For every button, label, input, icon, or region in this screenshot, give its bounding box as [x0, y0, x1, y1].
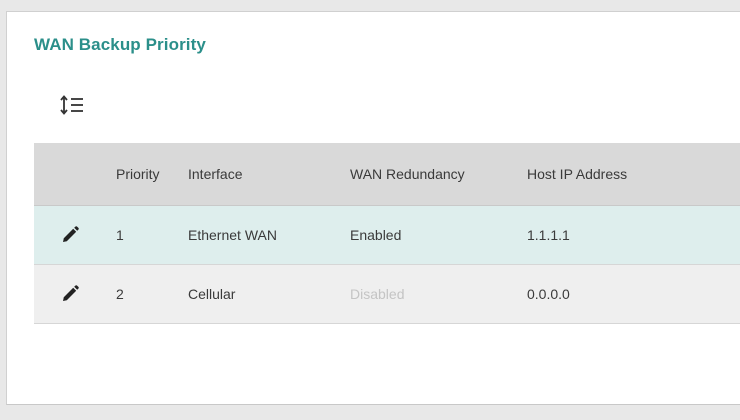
wan-backup-priority-panel: WAN Backup Priority Priority Interface W… — [6, 11, 740, 405]
edit-button[interactable] — [60, 284, 80, 304]
pencil-icon — [63, 226, 79, 242]
cell-host-ip-address: 0.0.0.0 — [527, 286, 570, 302]
cell-interface: Cellular — [188, 286, 236, 302]
cell-wan-redundancy: Disabled — [350, 286, 405, 302]
pencil-icon — [63, 285, 79, 301]
sort-button[interactable] — [59, 93, 91, 121]
cell-priority: 1 — [116, 227, 124, 243]
edit-button[interactable] — [60, 225, 80, 245]
table-row[interactable]: 1 Ethernet WAN Enabled 1.1.1.1 — [34, 206, 740, 265]
table-row[interactable]: 2 Cellular Disabled 0.0.0.0 — [34, 265, 740, 324]
column-header-wan-redundancy[interactable]: WAN Redundancy — [350, 143, 465, 205]
column-header-priority[interactable]: Priority — [116, 143, 160, 205]
cell-interface: Ethernet WAN — [188, 227, 277, 243]
cell-priority: 2 — [116, 286, 124, 302]
column-header-host-ip-address[interactable]: Host IP Address — [527, 143, 627, 205]
cell-wan-redundancy: Enabled — [350, 227, 402, 243]
wan-priority-table: Priority Interface WAN Redundancy Host I… — [34, 143, 740, 324]
table-header-row: Priority Interface WAN Redundancy Host I… — [34, 143, 740, 206]
cell-host-ip-address: 1.1.1.1 — [527, 227, 570, 243]
column-header-interface[interactable]: Interface — [188, 143, 242, 205]
page-background: WAN Backup Priority Priority Interface W… — [0, 0, 740, 420]
sort-list-icon — [60, 95, 83, 115]
panel-title: WAN Backup Priority — [34, 35, 206, 54]
